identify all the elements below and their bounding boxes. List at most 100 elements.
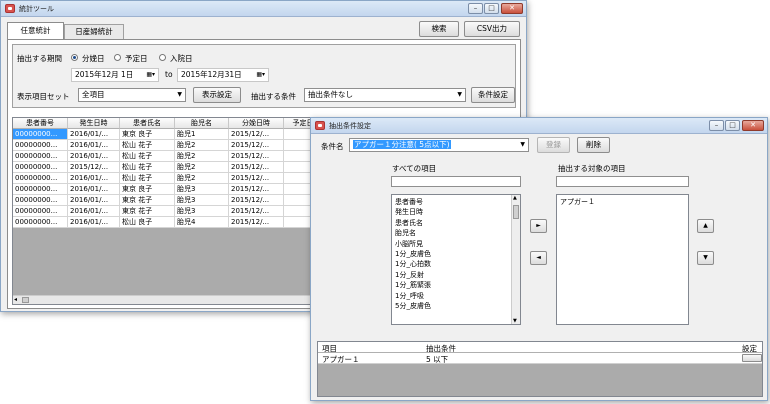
table-cell[interactable]: 00000000...: [13, 206, 68, 217]
table-cell[interactable]: 2016/01/...: [68, 151, 120, 162]
condition-dropdown[interactable]: 抽出条件なし ▼: [304, 88, 466, 102]
table-cell[interactable]: 00000000...: [13, 151, 68, 162]
table-cell[interactable]: 2015/12/...: [229, 129, 284, 140]
scroll-down-icon[interactable]: ▼: [513, 318, 517, 324]
vertical-scrollbar[interactable]: ▲ ▼: [511, 195, 520, 324]
table-cell[interactable]: 松山 良子: [120, 217, 175, 228]
table-cell[interactable]: 2016/01/...: [68, 173, 120, 184]
grid-column-header[interactable]: 胎児名: [175, 118, 229, 129]
date-from-picker[interactable]: 2015年12月 1日 ▦▾: [71, 68, 159, 82]
list-item[interactable]: 1分_筋緊張: [392, 280, 520, 290]
maximize-icon[interactable]: □: [484, 3, 499, 14]
display-settings-button[interactable]: 表示設定: [193, 87, 241, 103]
table-cell[interactable]: 2016/01/...: [68, 129, 120, 140]
table-cell[interactable]: 胎児2: [175, 140, 229, 151]
table-cell[interactable]: 東京 花子: [120, 195, 175, 206]
close-icon[interactable]: ✕: [501, 3, 523, 14]
grid-column-header[interactable]: 分娩日時: [229, 118, 284, 129]
table-cell[interactable]: 00000000...: [13, 195, 68, 206]
target-items-filter[interactable]: [556, 176, 689, 187]
scroll-thumb[interactable]: [513, 205, 519, 219]
table-cell[interactable]: 00000000...: [13, 173, 68, 184]
row-setting-button[interactable]: [742, 354, 762, 362]
table-cell[interactable]: 2015/12/...: [229, 173, 284, 184]
table-cell[interactable]: 東京 花子: [120, 206, 175, 217]
grid-column-header[interactable]: 患者氏名: [120, 118, 175, 129]
move-right-button[interactable]: ►: [530, 219, 547, 233]
table-cell[interactable]: 2015/12/...: [229, 195, 284, 206]
search-button[interactable]: 検索: [419, 21, 459, 37]
radio-due-date[interactable]: [114, 54, 121, 61]
table-cell[interactable]: 00000000...: [13, 184, 68, 195]
table-cell[interactable]: 東京 良子: [120, 184, 175, 195]
table-cell[interactable]: 東京 良子: [120, 129, 175, 140]
list-item[interactable]: 1分_心拍数: [392, 259, 520, 269]
condition-name-combo[interactable]: アプガー１分注意( 5点以下) ▼: [349, 138, 529, 152]
table-cell[interactable]: 00000000...: [13, 140, 68, 151]
minimize-icon[interactable]: –: [468, 3, 483, 14]
table-cell[interactable]: 2015/12/...: [229, 162, 284, 173]
register-button[interactable]: 登録: [537, 137, 570, 153]
item-set-dropdown[interactable]: 全項目 ▼: [78, 88, 186, 102]
move-down-button[interactable]: ▼: [697, 251, 714, 265]
table-cell[interactable]: 2015/12/...: [229, 217, 284, 228]
table-cell[interactable]: 2015/12/...: [229, 184, 284, 195]
scroll-thumb[interactable]: [22, 297, 29, 303]
table-cell[interactable]: 胎児2: [175, 151, 229, 162]
table-cell[interactable]: 2016/01/...: [68, 184, 120, 195]
move-up-button[interactable]: ▲: [697, 219, 714, 233]
list-item[interactable]: 患者番号: [392, 197, 520, 207]
table-cell[interactable]: 2015/12/...: [229, 206, 284, 217]
table-cell[interactable]: 松山 花子: [120, 162, 175, 173]
list-item[interactable]: 1分_呼吸: [392, 291, 520, 301]
scroll-left-icon[interactable]: ◂: [14, 296, 17, 303]
minimize-icon[interactable]: –: [709, 120, 724, 131]
all-items-filter[interactable]: [391, 176, 521, 187]
table-cell[interactable]: 胎児2: [175, 162, 229, 173]
table-cell[interactable]: 2016/01/...: [68, 140, 120, 151]
table-cell[interactable]: 松山 花子: [120, 140, 175, 151]
table-cell[interactable]: 胎児4: [175, 217, 229, 228]
table-cell[interactable]: 2015/12/...: [229, 151, 284, 162]
radio-delivery-date[interactable]: [71, 54, 78, 61]
tab-nissanpu[interactable]: 日産婦統計: [64, 24, 124, 39]
table-cell[interactable]: 2015/12/...: [229, 140, 284, 151]
list-item[interactable]: アプガー１: [557, 197, 688, 207]
list-item[interactable]: 小脳所見: [392, 239, 520, 249]
csv-export-button[interactable]: CSV出力: [464, 21, 520, 37]
list-item[interactable]: 1分_皮膚色: [392, 249, 520, 259]
table-cell[interactable]: 胎児2: [175, 173, 229, 184]
close-icon[interactable]: ✕: [742, 120, 764, 131]
table-cell[interactable]: 胎児3: [175, 184, 229, 195]
radio-admission-date[interactable]: [159, 54, 166, 61]
list-item[interactable]: 発生日時: [392, 207, 520, 217]
table-cell[interactable]: 2016/01/...: [68, 195, 120, 206]
table-cell[interactable]: 2016/01/...: [68, 206, 120, 217]
table-cell[interactable]: 胎児3: [175, 206, 229, 217]
condition-settings-button[interactable]: 条件設定: [471, 87, 515, 103]
grid-column-header[interactable]: 患者番号: [13, 118, 68, 129]
tab-nin-i[interactable]: 任意統計: [7, 22, 64, 39]
list-item[interactable]: 患者氏名: [392, 218, 520, 228]
conditions-row[interactable]: アプガー１ 5 以下: [318, 353, 762, 364]
conditions-grid[interactable]: 項目 抽出条件 設定 アプガー１ 5 以下: [317, 341, 763, 397]
table-cell[interactable]: 松山 花子: [120, 151, 175, 162]
maximize-icon[interactable]: □: [725, 120, 740, 131]
table-cell[interactable]: 00000000...: [13, 217, 68, 228]
table-cell[interactable]: 2016/01/...: [68, 217, 120, 228]
table-cell[interactable]: 胎児1: [175, 129, 229, 140]
table-cell[interactable]: 00000000...: [13, 129, 68, 140]
date-to-picker[interactable]: 2015年12月31日 ▦▾: [177, 68, 269, 82]
table-cell[interactable]: 00000000...: [13, 162, 68, 173]
table-cell[interactable]: 松山 花子: [120, 173, 175, 184]
table-cell[interactable]: 2015/12/...: [68, 162, 120, 173]
target-items-list[interactable]: アプガー１: [556, 194, 689, 325]
table-cell[interactable]: 胎児3: [175, 195, 229, 206]
list-item[interactable]: 1分_反射: [392, 270, 520, 280]
list-item[interactable]: 5分_皮膚色: [392, 301, 520, 311]
move-left-button[interactable]: ◄: [530, 251, 547, 265]
list-item[interactable]: 胎児名: [392, 228, 520, 238]
grid-column-header[interactable]: 発生日時: [68, 118, 120, 129]
all-items-list[interactable]: 患者番号 発生日時 患者氏名 胎児名 小脳所見 1分_皮膚色 1分_心拍数 1分_反射 1分_筋…: [391, 194, 521, 325]
delete-button[interactable]: 削除: [577, 137, 610, 153]
